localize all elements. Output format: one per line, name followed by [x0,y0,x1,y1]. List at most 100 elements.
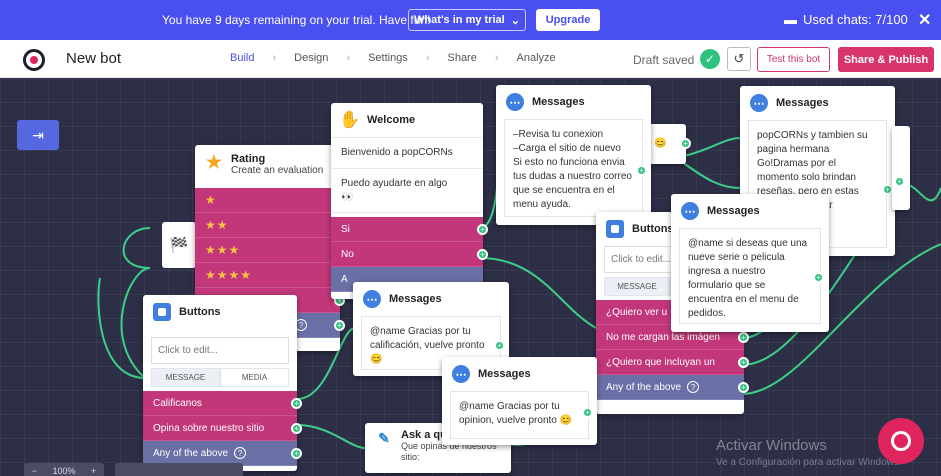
help-icon: ? [234,447,247,459]
trial-message: You have 9 days remaining on your trial.… [162,13,431,27]
tab-build[interactable]: Build [230,52,254,64]
star-icon: ★ [205,151,223,172]
buttons-click-edit[interactable]: Click to edit... [151,337,289,364]
start-flag-icon[interactable]: 🏁 [162,222,196,268]
chevron-right-icon: › [425,52,430,64]
help-icon: ? [687,381,700,393]
message-line: –Carga el sitio de nuevo [513,143,621,154]
connector-icon[interactable]: + [477,249,488,260]
button-option[interactable]: Calificanos + [143,391,302,416]
option-label: Si [341,223,350,235]
rating-option[interactable]: ★★★+ [195,238,345,263]
messages-title: Messages [478,368,531,380]
messages-title: Messages [389,293,442,305]
used-chats-label: Used chats: 7/100 [803,12,908,27]
bot-name[interactable]: New bot [66,50,121,67]
message-icon: ⋯ [363,290,381,308]
tab-message[interactable]: MESSAGE [151,368,220,387]
buttons-icon [153,303,171,321]
option-label: Calificanos [153,397,202,409]
message-line: –Revisa tu conexion [513,129,604,140]
test-bot-button[interactable]: Test this bot [757,47,830,72]
welcome-node[interactable]: ✋ Welcome Bienvenido a popCORNs Puedo ay… [331,103,488,299]
message-icon: ⋯ [750,94,768,112]
tab-analyze[interactable]: Analyze [517,52,556,64]
tab-media[interactable]: MEDIA [220,368,289,387]
windows-watermark-subtitle: Ve a Configuración para activar Windows. [716,457,902,468]
logo-icon[interactable] [23,49,45,71]
option-label: ¿Quiero que incluyan un [606,356,715,368]
messages-node-5[interactable]: ⋯ Messages @name Gracias por tu opinion,… [442,357,597,445]
connector-icon[interactable]: + [738,382,749,393]
partial-node-right[interactable]: + [892,126,910,210]
tab-message[interactable]: MESSAGE [604,277,670,296]
messages-title: Messages [707,205,760,217]
connector-icon[interactable]: + [291,448,302,459]
zoom-level: 100% [52,466,76,476]
stars-label: ★★★★ [205,268,253,282]
sidebar-toggle-button[interactable]: ⇥ [17,120,59,150]
chevron-down-icon: ⌄ [510,14,520,27]
chat-help-button[interactable] [878,418,924,464]
message-body: @name Gracias por tu opinion, vuelve pro… [450,391,589,439]
button-any-option[interactable]: Any of the above? + [596,375,749,400]
connector-icon[interactable]: + [738,332,749,343]
connector-icon[interactable]: + [636,165,647,176]
stars-label: ★ [205,193,217,207]
draft-status: Draft saved [633,53,695,67]
connector-icon[interactable]: + [477,224,488,235]
connector-icon[interactable]: + [738,357,749,368]
connector-icon[interactable]: + [494,340,505,351]
connector-icon[interactable]: + [291,423,302,434]
stars-label: ★★ [205,218,229,232]
upgrade-button[interactable]: Upgrade [536,9,600,31]
chevron-right-icon: › [346,52,351,64]
button-option[interactable]: ¿Quiero que incluyan un + [596,350,749,375]
whats-in-trial-button[interactable]: What's in my trial ⌄ [408,9,526,31]
editor-header: New bot Build › Design › Settings › Shar… [0,40,941,78]
welcome-title: Welcome [367,114,416,126]
connector-icon[interactable]: + [894,176,905,187]
connector-icon[interactable]: + [813,272,824,283]
canvas-toolbar[interactable] [115,463,243,476]
zoom-controls[interactable]: − 100% + [24,463,104,476]
rating-option[interactable]: ★★+ [195,213,345,238]
connector-icon[interactable]: + [334,320,345,331]
tab-share[interactable]: Share [447,52,476,64]
history-icon[interactable]: ↺ [727,47,751,71]
connector-icon[interactable]: + [582,407,593,418]
welcome-option-si[interactable]: Si + [331,217,488,242]
buttons-tabs: MESSAGE MEDIA [151,368,289,387]
messages-node-3[interactable]: ⋯ Messages @name si deseas que una nueve… [671,194,829,332]
connector-icon[interactable]: + [680,138,691,149]
zoom-in-icon[interactable]: + [91,466,96,476]
buttons-node-left[interactable]: Buttons Click to edit... MESSAGE MEDIA C… [143,295,302,471]
stars-label: ★★★ [205,243,241,257]
option-label: Any of the above [606,381,682,393]
close-icon[interactable]: ✕ [918,10,931,30]
button-option[interactable]: Opina sobre nuestro sitio + [143,416,302,441]
tab-settings[interactable]: Settings [368,52,408,64]
rating-option[interactable]: ★+ [195,188,345,213]
chevron-right-icon: › [272,52,277,64]
messages-title: Messages [532,96,585,108]
message-icon: ⋯ [681,202,699,220]
messages-node-1[interactable]: ⋯ Messages –Revisa tu conexion –Carga el… [496,85,651,225]
welcome-option-no[interactable]: No + [331,242,488,267]
zoom-out-icon[interactable]: − [32,466,37,476]
message-body: –Revisa tu conexion –Carga el sitio de n… [504,119,643,217]
message-icon: ⋯ [452,365,470,383]
pencil-icon: ✎ [378,429,390,446]
flow-canvas[interactable]: ⇥ 🏁 ★ Rating Create an evaluation ★+ ★★+… [0,78,941,476]
message-line: Si esto no funciona envia tus dudas a nu… [513,157,632,210]
chat-icon: ▬ [784,12,797,27]
tab-design[interactable]: Design [294,52,328,64]
rating-subtitle: Create an evaluation [231,165,324,176]
connector-icon[interactable]: + [291,398,302,409]
chat-bubble-icon [891,431,911,451]
rating-option[interactable]: ★★★★+ [195,263,345,288]
buttons-title: Buttons [179,306,221,318]
wave-icon: ✋ [339,110,361,129]
option-label: No me cargan las imágen [606,331,720,343]
share-publish-button[interactable]: Share & Publish [838,47,934,72]
